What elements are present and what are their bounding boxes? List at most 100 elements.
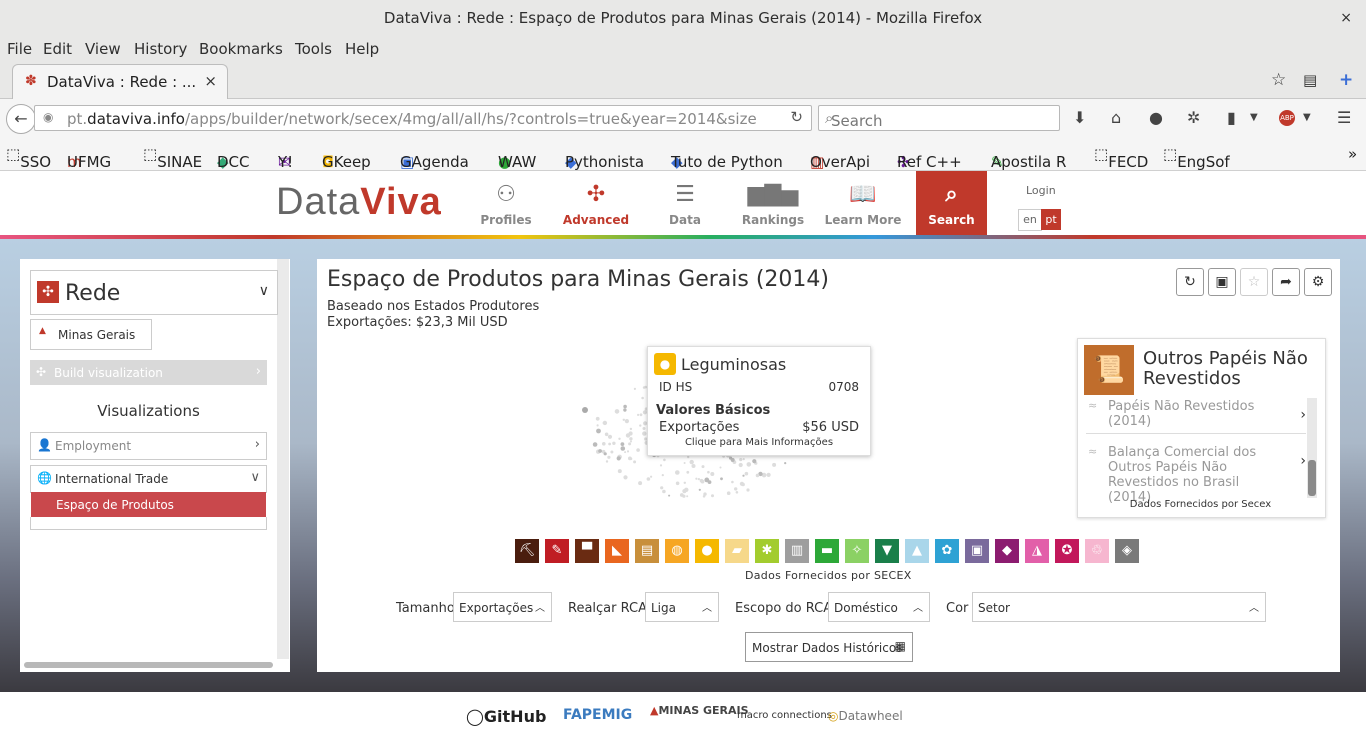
lang-pt-button[interactable]: pt [1041, 209, 1061, 230]
size-select[interactable]: Exportações ︿ [453, 592, 552, 622]
color-select[interactable]: Setor ︿ [972, 592, 1266, 622]
network-node[interactable] [629, 457, 633, 461]
network-node[interactable] [642, 386, 646, 389]
network-node[interactable] [602, 421, 606, 425]
network-node[interactable] [582, 407, 588, 413]
sector-icon[interactable]: ● [695, 539, 719, 563]
network-node[interactable] [629, 427, 633, 431]
network-node[interactable] [607, 434, 613, 439]
network-node[interactable] [596, 424, 599, 427]
network-node[interactable] [698, 488, 701, 491]
employment-row[interactable]: 👤 Employment › [30, 432, 267, 460]
network-node[interactable] [623, 408, 627, 412]
network-node[interactable] [639, 424, 642, 427]
network-node[interactable] [623, 475, 628, 480]
window-close-button[interactable]: × [1340, 0, 1352, 36]
network-node[interactable] [683, 462, 686, 464]
hamburger-menu-icon[interactable]: ☰ [1337, 108, 1351, 127]
sector-icon[interactable]: ▀ [575, 539, 599, 563]
nav-learn-more[interactable]: 📖 Learn More [823, 171, 903, 237]
network-node[interactable] [595, 416, 600, 421]
sector-icon[interactable]: ✧ [845, 539, 869, 563]
bookmark-sso[interactable]: ⬚ SSO [6, 145, 51, 171]
network-node[interactable] [598, 449, 602, 453]
download-icon[interactable]: ⬇ [1073, 108, 1086, 127]
network-node[interactable] [700, 479, 705, 484]
network-node[interactable] [624, 419, 629, 424]
menu-bookmarks[interactable]: Bookmarks [199, 40, 283, 58]
network-node[interactable] [682, 494, 686, 498]
star-button[interactable]: ☆ [1240, 268, 1268, 296]
network-node[interactable] [663, 458, 666, 462]
dataviva-logo[interactable]: DataViva [276, 181, 442, 224]
network-node[interactable] [642, 431, 647, 436]
network-node[interactable] [642, 427, 646, 430]
network-node[interactable] [630, 440, 632, 443]
network-node[interactable] [628, 431, 633, 436]
bookmark-star-icon[interactable]: ☆ [1271, 70, 1286, 90]
sector-icon[interactable]: ▰ [725, 539, 749, 563]
network-node[interactable] [726, 491, 731, 495]
refresh-button[interactable]: ↻ [1176, 268, 1204, 296]
network-node[interactable] [603, 452, 607, 456]
tab-close-button[interactable]: × [204, 72, 217, 90]
network-node[interactable] [691, 464, 696, 468]
network-node[interactable] [616, 456, 621, 461]
network-node[interactable] [618, 437, 621, 440]
network-node[interactable] [752, 459, 757, 464]
network-node[interactable] [755, 473, 760, 478]
network-node[interactable] [604, 432, 609, 437]
network-node[interactable] [624, 451, 627, 454]
network-node[interactable] [766, 472, 771, 477]
new-tab-plus-icon[interactable]: + [1339, 70, 1353, 90]
sector-icon[interactable]: ◈ [1115, 539, 1139, 563]
menu-history[interactable]: History [134, 40, 187, 58]
nav-rankings[interactable]: ▆▇▅ Rankings [733, 171, 813, 237]
network-node[interactable] [661, 474, 664, 477]
sector-icon[interactable]: ◮ [1025, 539, 1049, 563]
network-node[interactable] [592, 442, 598, 447]
sector-icon[interactable]: ✪ [1055, 539, 1079, 563]
network-node[interactable] [633, 460, 637, 464]
reload-icon[interactable]: ↻ [790, 108, 803, 126]
network-node[interactable] [683, 481, 686, 484]
network-node[interactable] [646, 477, 651, 481]
network-node[interactable] [608, 442, 611, 446]
network-node[interactable] [610, 450, 614, 454]
network-node[interactable] [622, 418, 625, 421]
left-panel-scrollbar[interactable] [277, 259, 289, 659]
fapemig-logo[interactable]: FAPEMIG [563, 707, 632, 723]
info-box-scroll-thumb[interactable] [1308, 460, 1316, 496]
sector-icon[interactable]: ▼ [875, 539, 899, 563]
sector-icon[interactable]: ◍ [665, 539, 689, 563]
lang-en-button[interactable]: en [1018, 209, 1042, 231]
network-node[interactable] [686, 495, 689, 498]
back-button[interactable]: ← [6, 104, 36, 134]
network-node[interactable] [605, 460, 609, 463]
sector-icon[interactable]: ▤ [635, 539, 659, 563]
network-node[interactable] [697, 478, 700, 481]
international-trade-row[interactable]: 🌐 International Trade ∨ [30, 465, 267, 493]
network-node[interactable] [659, 464, 663, 467]
network-node[interactable] [602, 442, 606, 446]
network-node[interactable] [607, 455, 611, 459]
network-node[interactable] [687, 455, 690, 459]
network-node[interactable] [623, 404, 627, 409]
network-node[interactable] [650, 475, 653, 478]
bookmarks-overflow-icon[interactable]: » [1348, 145, 1357, 163]
network-node[interactable] [617, 469, 622, 474]
network-node[interactable] [637, 413, 640, 416]
share-button[interactable]: ➦ [1272, 268, 1300, 296]
network-node[interactable] [734, 487, 738, 491]
network-node[interactable] [784, 462, 787, 465]
nav-data[interactable]: ☰ Data [645, 171, 725, 237]
network-node[interactable] [675, 470, 680, 475]
network-node[interactable] [730, 458, 735, 462]
rca-select[interactable]: Liga ︿ [645, 592, 719, 622]
horizontal-scrollbar[interactable] [24, 662, 273, 668]
network-node[interactable] [702, 495, 706, 498]
network-node[interactable] [686, 470, 690, 474]
sector-icon[interactable]: ◣ [605, 539, 629, 563]
browser-tab[interactable]: ✽ DataViva : Rede : ... × [12, 64, 228, 99]
menu-tools[interactable]: Tools [295, 40, 332, 58]
